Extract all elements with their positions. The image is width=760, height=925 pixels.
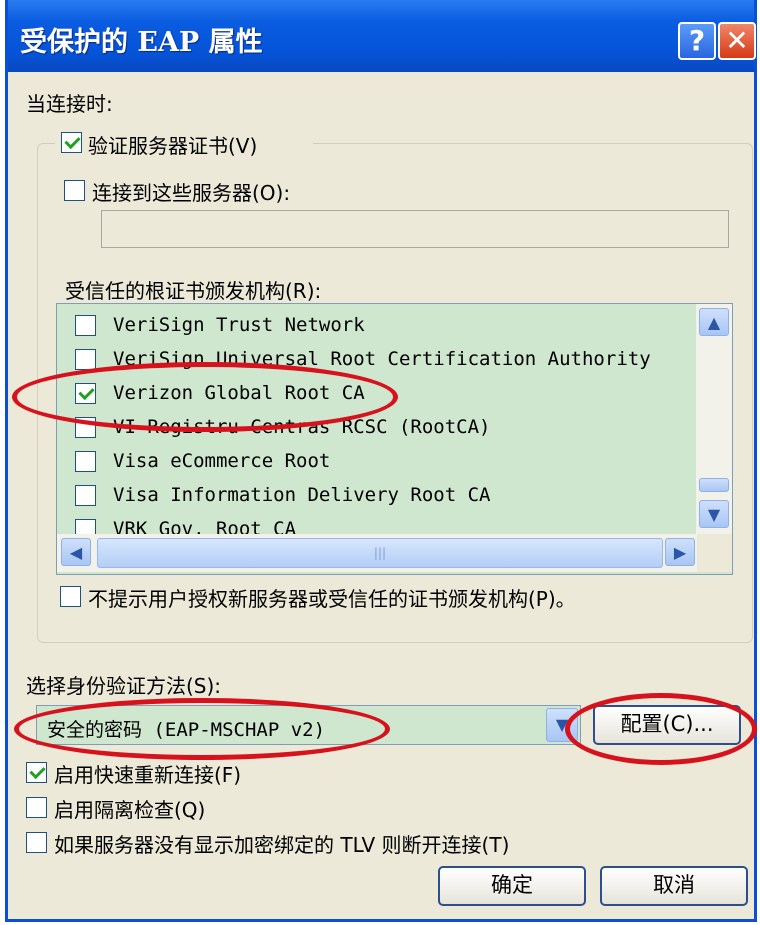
cancel-button[interactable]: 取消 [600, 866, 748, 906]
annotation-ellipse-auth-method [14, 698, 390, 760]
cert-checkbox[interactable] [75, 349, 96, 370]
tlv-disconnect-checkbox[interactable] [26, 832, 47, 853]
cert-checkbox[interactable] [75, 485, 96, 506]
trusted-root-label: 受信任的根证书颁发机构(R): [65, 279, 322, 303]
scroll-left-icon[interactable]: ◀ [61, 538, 91, 566]
annotation-ellipse-verizon [12, 362, 398, 432]
connect-servers-label: 连接到这些服务器(O): [92, 181, 291, 205]
quarantine-label: 启用隔离检查(Q) [54, 798, 206, 822]
when-connecting-label: 当连接时: [26, 92, 113, 116]
auth-method-label: 选择身份验证方法(S): [26, 674, 222, 698]
validate-cert-checkbox[interactable] [61, 132, 82, 153]
horizontal-scroll-thumb[interactable]: ||| [97, 538, 663, 568]
validate-cert-option[interactable]: 验证服务器证书(V) [55, 126, 313, 160]
tlv-disconnect-label: 如果服务器没有显示加密绑定的 TLV 则断开连接(T) [54, 833, 510, 857]
quarantine-checkbox[interactable] [26, 797, 47, 818]
scroll-right-icon[interactable]: ▶ [665, 538, 695, 566]
validate-cert-label: 验证服务器证书(V) [88, 134, 258, 158]
no-prompt-label: 不提示用户授权新服务器或受信任的证书颁发机构(P)。 [88, 587, 576, 611]
ok-button[interactable]: 确定 [438, 866, 586, 906]
close-button[interactable]: ✕ [718, 22, 756, 60]
horizontal-scrollbar[interactable]: ◀ ||| ▶ [57, 534, 697, 572]
vertical-scrollbar[interactable]: ▲ ▼ [696, 304, 732, 534]
cert-checkbox[interactable] [75, 315, 96, 336]
connect-servers-checkbox[interactable] [64, 180, 85, 201]
help-button[interactable]: ? [678, 22, 716, 60]
trusted-root-listbox[interactable]: VeriSign Trust Network VeriSign Universa… [56, 303, 733, 575]
fast-reconnect-label: 启用快速重新连接(F) [54, 763, 242, 787]
scrollbar-corner [697, 534, 732, 572]
cert-label: VeriSign Trust Network [113, 314, 365, 336]
fast-reconnect-checkbox[interactable] [26, 762, 47, 783]
scroll-up-icon[interactable]: ▲ [699, 308, 729, 336]
cert-list-item[interactable]: VeriSign Trust Network [57, 308, 697, 342]
title-bar[interactable]: 受保护的 EAP 属性 ? ✕ [8, 0, 756, 72]
cert-label: Visa Information Delivery Root CA [113, 484, 491, 506]
cert-list-item[interactable]: Visa eCommerce Root [57, 444, 697, 478]
annotation-ellipse-configure [565, 693, 757, 765]
no-prompt-checkbox[interactable] [60, 586, 81, 607]
cert-list-item[interactable]: Visa Information Delivery Root CA [57, 478, 697, 512]
window-title: 受保护的 EAP 属性 [20, 27, 263, 58]
cert-label: Visa eCommerce Root [113, 450, 331, 472]
server-names-input[interactable] [101, 210, 729, 248]
scroll-thumb[interactable] [699, 478, 729, 492]
eap-properties-dialog: 受保护的 EAP 属性 ? ✕ 当连接时: 验证服务器证书(V) 连接到这些服务… [5, 0, 757, 922]
scroll-down-icon[interactable]: ▼ [699, 500, 729, 528]
cert-checkbox[interactable] [75, 451, 96, 472]
